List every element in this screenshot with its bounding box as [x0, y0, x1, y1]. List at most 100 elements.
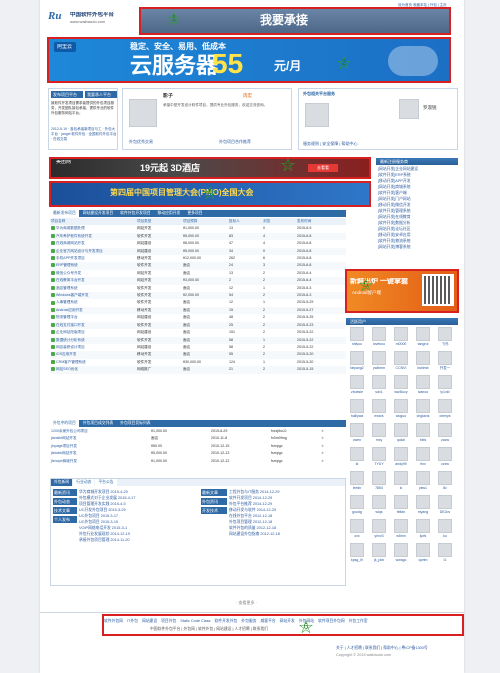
table-row[interactable]: CRM客户管理系统 软件开发 ¥30,000.00 124 1 2015-5-20 [50, 359, 346, 366]
service-footer-links[interactable]: 服务规则 | 安全保障 | 帮助中心 [303, 141, 358, 146]
user-cell[interactable]: jk_pkb [369, 542, 389, 564]
tab-second-0[interactable]: 外包中的项目 [50, 420, 79, 427]
news-left-cat[interactable]: 技术文章 [53, 507, 77, 514]
user-cell[interactable]: DE2ov [435, 494, 455, 516]
user-cell[interactable]: kpsg_lh [347, 542, 367, 564]
news-right-cat[interactable]: 最新文章 [201, 489, 227, 496]
tab-second-1[interactable]: 外包项目成交列表 [79, 420, 117, 427]
user-cell[interactable]: yw6mm [369, 350, 389, 372]
news-tab-2[interactable]: 平台公告 [95, 479, 117, 486]
project-name-cell[interactable]: 手机APP开发项目 [50, 255, 136, 262]
news-right-cat[interactable]: 外包资讯 [201, 498, 227, 505]
user-cell[interactable]: czxw [435, 446, 455, 468]
service-avatar-2[interactable] [399, 99, 419, 119]
intro-news[interactable]: 2012-5-19 · 各包承接新项目与工 · 外包大平台 · jangel 软… [51, 127, 117, 149]
footer-link[interactable]: IT外包 [127, 619, 138, 623]
user-cell[interactable]: mxy [369, 422, 389, 444]
news-left-cat[interactable]: 外包动态 [53, 498, 77, 505]
news-left-cat[interactable]: 个人发布 [53, 516, 77, 523]
service-user-name[interactable]: 罗淑锐 [423, 105, 437, 110]
table-row[interactable]: 汽车养护软件系统开发 软件开发 ¥5,000.00 83 4 2015-6-8 [50, 232, 346, 241]
project-name-cell[interactable]: 汽车养护软件系统开发 [50, 233, 136, 240]
project-name-cell[interactable]: 在线商城网站开发 [50, 240, 136, 247]
site-logo[interactable]: Ru 中国软件外包平台 www.waibaodo.com [48, 8, 138, 28]
news-right-cat[interactable]: 开发技术 [201, 507, 227, 514]
cloud-server-ad[interactable]: 阿里云 稳定、安全、易用、低成本 云服务器 55 元/月 [48, 38, 450, 82]
small-cell[interactable]: jtsbcbk网站开发 [50, 450, 150, 457]
user-cell[interactable]: chenys [435, 398, 455, 420]
join-button[interactable]: 我要承人平台 [85, 91, 117, 98]
qr-code[interactable] [422, 274, 454, 306]
table-row[interactable]: 人事管理系统 软件开发 面议 12 1 2015-5-29 [50, 299, 346, 306]
table-row[interactable]: 企业网站改版项目 网站建设 面议 151 2 2015-5-22 [50, 329, 346, 336]
user-cell[interactable]: lc [391, 470, 411, 492]
footer-link[interactable]: 网站建设 [142, 619, 157, 623]
user-cell[interactable]: 开发一 [435, 350, 455, 372]
footer-link[interactable]: 软件项目外包网 [318, 619, 345, 623]
table-row[interactable]: 酒店管理系统 软件开发 面议 12 1 2015-6-3 [50, 285, 346, 292]
footer-link[interactable]: 网站开发 [280, 619, 295, 623]
user-cell[interactable]: w5mn [391, 518, 411, 540]
user-cell[interactable]: tangrui [413, 326, 433, 348]
footer-link[interactable]: 威客平台 [260, 619, 275, 623]
small-cell[interactable]: jinpage项目开发 [50, 443, 150, 450]
user-cell[interactable]: chgiavis [413, 398, 433, 420]
user-cell[interactable]: 8c [435, 470, 455, 492]
tab-main-3[interactable]: 移动应用开发 [154, 210, 184, 217]
project-name-cell[interactable]: 华为商城数据处理 [50, 225, 136, 232]
user-cell[interactable]: sdv1 [369, 374, 389, 396]
user-cell[interactable]: andy99 [391, 446, 411, 468]
tab-main-1[interactable]: 网站建设开发项目 [79, 210, 117, 217]
publish-button[interactable]: 发布项目平台 [51, 91, 83, 98]
profile-avatar[interactable] [129, 99, 157, 127]
profile-subtitle-2[interactable]: 外包项目合作推荐 [219, 139, 251, 144]
profile-title[interactable]: 影子 [163, 93, 173, 99]
small-cell[interactable]: jiansite网站开发 [50, 435, 150, 442]
user-cell[interactable]: lovekoo [369, 326, 389, 348]
tab-main-4[interactable]: 更多项目 [184, 210, 206, 217]
tab-second-2[interactable]: 外包项目竞标列表 [117, 420, 154, 427]
table-row[interactable]: jtsbcbk网站开发 ¥5,000.00 2010-12-13 fsmpgc ★ [50, 450, 346, 457]
user-cell[interactable]: 7854 [369, 470, 389, 492]
user-cell[interactable]: ivanoo [413, 374, 433, 396]
table-row[interactable]: iOS应用开发 移动开发 面议 55 2 2015-5-20 [50, 351, 346, 359]
project-name-cell[interactable]: iOS应用开发 [50, 351, 136, 358]
news-left-cat[interactable]: 最新资讯 [53, 489, 77, 496]
table-row[interactable]: 物流管理平台 网站建设 面议 48 2 2015-5-25 [50, 314, 346, 321]
user-cell[interactable]: yirxv3 [369, 518, 389, 540]
small-cell[interactable]: 1200余家外包公司项目 [50, 428, 150, 435]
user-cell[interactable]: cjwtm [413, 542, 433, 564]
top-banner-ad[interactable]: 我要承接 [140, 8, 450, 34]
project-name-cell[interactable]: 网店装修设计项目 [50, 344, 136, 351]
project-name-cell[interactable]: 数据统计分析系统 [50, 337, 136, 344]
user-cell[interactable]: huillywa [347, 398, 367, 420]
news-tab-1[interactable]: 行业动态 [73, 479, 95, 486]
user-cell[interactable]: wuguo [391, 398, 411, 420]
news-left-item[interactable]: 承接外包项目管理 2014-11-20 [79, 537, 197, 543]
footer-link[interactable]: 项目外包 [161, 619, 176, 623]
table-row[interactable]: 网站SEO优化 网络推广 面议 21 2 2015-5-15 [50, 366, 346, 374]
project-name-cell[interactable]: 微信公众号开发 [50, 270, 136, 277]
user-cell[interactable]: ki [347, 446, 367, 468]
table-row[interactable]: Windows客户端开发 软件开发 ¥2,000.00 54 2 2015-6-3 [50, 292, 346, 300]
tab-main-0[interactable]: 最新发布项目 [50, 210, 79, 217]
user-cell[interactable]: fatyang2 [347, 350, 367, 372]
table-row[interactable]: 在线商城网站开发 网站建设 ¥8,000.00 47 4 2015-6-8 [50, 240, 346, 247]
project-name-cell[interactable]: Windows客户端开发 [50, 292, 136, 299]
user-cell[interactable]: TYUY [369, 446, 389, 468]
user-cell[interactable]: leelin [347, 470, 367, 492]
user-cell[interactable]: CCNVI [391, 350, 411, 372]
user-cell[interactable]: kshimb [413, 350, 433, 372]
user-cell[interactable]: cwen [347, 422, 367, 444]
project-name-cell[interactable]: 人事管理系统 [50, 299, 136, 306]
footer-link[interactable]: 软件外包网 [104, 619, 123, 623]
footer-link[interactable]: Static Code Class [180, 619, 210, 623]
project-name-cell[interactable]: Android应用开发 [50, 307, 136, 314]
table-row[interactable]: 1200余家外包公司项目 ¥1,000.00 2015-6-29 fxxzjlkoJJ… [50, 428, 346, 435]
user-cell[interactable]: 飞鸟 [435, 326, 455, 348]
project-name-cell[interactable]: 网站SEO优化 [50, 366, 136, 373]
tab-main-2[interactable]: 软件外包开发项目 [117, 210, 154, 217]
user-cell[interactable]: ly1vid [435, 374, 455, 396]
small-cell[interactable]: jfshopb商城开发 [50, 458, 150, 465]
table-row[interactable]: 在线教育平台开发 网站开发 ¥3,000.00 2 2 2015-6-4 [50, 277, 346, 285]
